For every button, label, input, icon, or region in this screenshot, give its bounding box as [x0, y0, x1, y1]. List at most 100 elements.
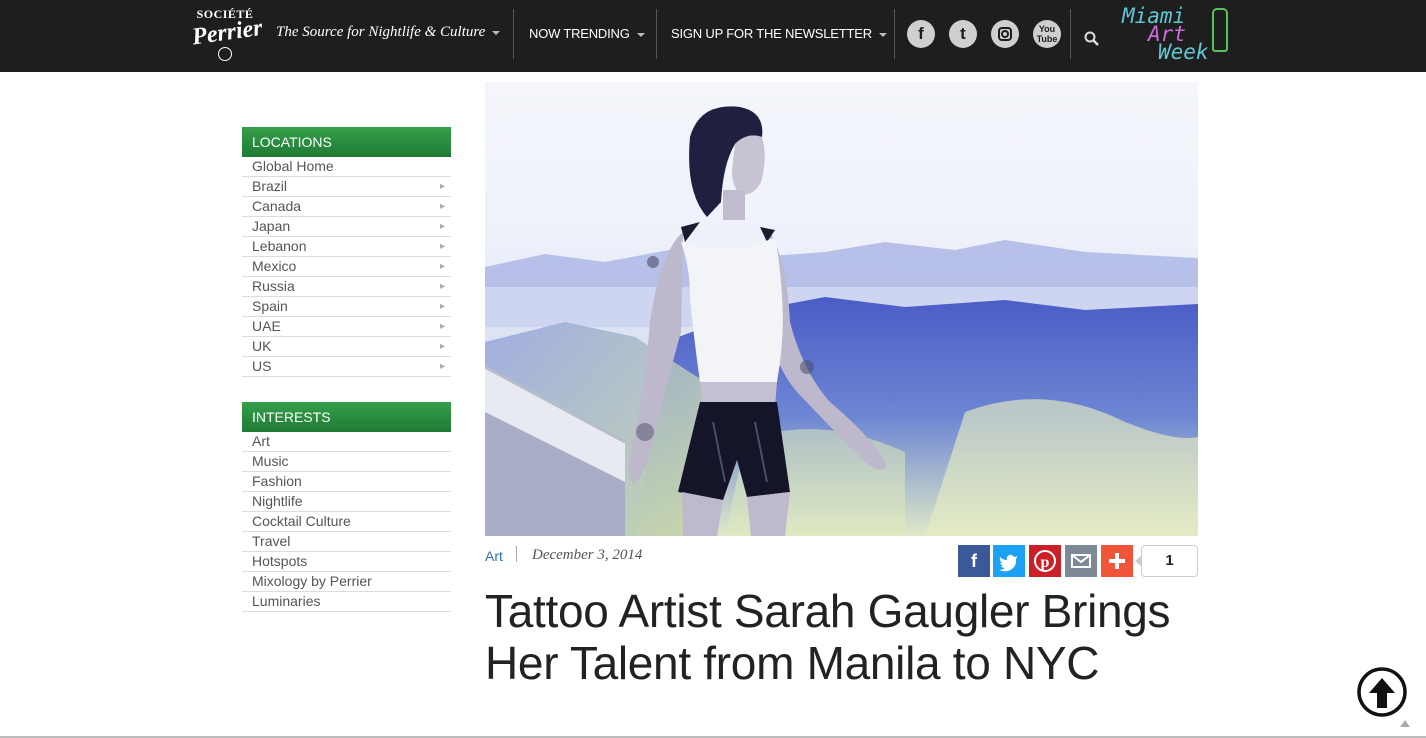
chevron-down-icon — [878, 32, 887, 37]
interest-label: Nightlife — [252, 493, 303, 509]
nav-divider — [894, 9, 895, 59]
location-label: Global Home — [252, 158, 334, 174]
interests-heading: INTERESTS — [242, 402, 451, 432]
instagram-glyph — [998, 27, 1012, 41]
interest-item-nightlife[interactable]: Nightlife — [242, 492, 451, 512]
search-icon[interactable] — [1083, 30, 1101, 48]
interests-list: Art Music Fashion Nightlife Cocktail Cul… — [242, 432, 451, 612]
interest-label: Music — [252, 453, 289, 469]
top-navigation-bar: SOCIÉTÉ Perrier The Source for Nightlife… — [0, 0, 1426, 72]
interest-item-luminaries[interactable]: Luminaries — [242, 592, 451, 612]
promo-line-3: Week — [1158, 40, 1209, 64]
tagline-text: The Source for Nightlife & Culture — [276, 24, 486, 40]
location-label: Mexico — [252, 258, 297, 274]
facebook-share-button[interactable]: f — [958, 545, 990, 577]
instagram-icon[interactable] — [991, 20, 1019, 48]
facebook-icon[interactable]: f — [907, 20, 935, 48]
interest-item-mixology[interactable]: Mixology by Perrier — [242, 572, 451, 592]
logo-line-2: Perrier — [190, 14, 265, 51]
location-label: Canada — [252, 198, 302, 214]
interest-label: Fashion — [252, 473, 302, 489]
locations-list: Global Home Brazil ▸ Canada ▸ Japan ▸ Leban… — [242, 157, 451, 377]
location-label: UAE — [252, 318, 281, 334]
back-to-top-icon[interactable] — [1356, 666, 1408, 718]
location-item-mexico[interactable]: Mexico ▸ — [242, 257, 451, 277]
location-item-uk[interactable]: UK ▸ — [242, 337, 451, 357]
chevron-right-icon: ▸ — [439, 281, 445, 292]
article-title: Tattoo Artist Sarah Gaugler Brings Her T… — [485, 585, 1171, 689]
share-count-badge: 1 — [1135, 545, 1198, 577]
societe-perrier-logo[interactable]: SOCIÉTÉ Perrier — [190, 8, 265, 66]
location-item-uae[interactable]: UAE ▸ — [242, 317, 451, 337]
chevron-right-icon: ▸ — [439, 181, 445, 192]
tagline-dropdown[interactable]: The Source for Nightlife & Culture — [276, 24, 501, 41]
location-label: Spain — [252, 298, 288, 314]
chevron-down-icon — [492, 30, 501, 35]
youtube-icon[interactable]: You Tube — [1033, 20, 1061, 48]
location-label: US — [252, 358, 272, 374]
chevron-right-icon: ▸ — [439, 241, 445, 252]
article-category-link[interactable]: Art — [485, 548, 503, 564]
interest-item-art[interactable]: Art — [242, 432, 451, 452]
chevron-right-icon: ▸ — [439, 221, 445, 232]
email-icon — [1071, 554, 1091, 568]
interest-item-travel[interactable]: Travel — [242, 532, 451, 552]
sidebar: LOCATIONS Global Home Brazil ▸ Canada ▸ Ja… — [242, 127, 451, 612]
meta-divider — [516, 546, 517, 562]
chevron-right-icon: ▸ — [439, 361, 445, 372]
article-date: December 3, 2014 — [532, 547, 643, 563]
interest-item-music[interactable]: Music — [242, 452, 451, 472]
svg-text:p: p — [1041, 554, 1050, 571]
bottle-icon — [1212, 8, 1228, 52]
nav-divider — [513, 9, 514, 59]
chevron-right-icon: ▸ — [439, 201, 445, 212]
scroll-up-arrow-icon[interactable] — [1400, 720, 1410, 727]
article-hero-image — [485, 82, 1198, 536]
location-item-global-home[interactable]: Global Home — [242, 157, 451, 177]
interest-label: Luminaries — [252, 593, 321, 609]
nav-newsletter-signup[interactable]: SIGN UP FOR THE NEWSLETTER — [671, 26, 887, 41]
hero-photo — [485, 106, 1198, 536]
location-item-japan[interactable]: Japan ▸ — [242, 217, 451, 237]
nav-newsletter-label: SIGN UP FOR THE NEWSLETTER — [671, 26, 872, 41]
location-label: Russia — [252, 278, 295, 294]
location-item-canada[interactable]: Canada ▸ — [242, 197, 451, 217]
chevron-right-icon: ▸ — [439, 341, 445, 352]
interest-label: Mixology by Perrier — [252, 573, 372, 589]
interest-label: Travel — [252, 533, 291, 549]
interest-label: Hotspots — [252, 553, 308, 569]
interest-label: Art — [252, 433, 270, 449]
nav-now-trending[interactable]: NOW TRENDING — [529, 26, 645, 41]
interest-item-fashion[interactable]: Fashion — [242, 472, 451, 492]
logo-seal-icon — [218, 47, 232, 61]
location-item-us[interactable]: US ▸ — [242, 357, 451, 377]
nav-divider — [656, 9, 657, 59]
email-share-button[interactable] — [1065, 545, 1097, 577]
nav-now-trending-label: NOW TRENDING — [529, 26, 630, 41]
twitter-bird-icon — [999, 554, 1017, 572]
nav-divider — [1070, 9, 1071, 59]
chevron-right-icon: ▸ — [439, 301, 445, 312]
miami-art-week-promo[interactable]: Miami Art Week — [1118, 4, 1234, 68]
interest-item-hotspots[interactable]: Hotspots — [242, 552, 451, 572]
location-label: Lebanon — [252, 238, 307, 254]
chevron-right-icon: ▸ — [439, 321, 445, 332]
locations-heading: LOCATIONS — [242, 127, 451, 157]
pinterest-icon: p — [1034, 550, 1056, 572]
interest-item-cocktail-culture[interactable]: Cocktail Culture — [242, 512, 451, 532]
interest-label: Cocktail Culture — [252, 513, 351, 529]
twitter-icon[interactable]: t — [949, 20, 977, 48]
twitter-share-button[interactable] — [993, 545, 1025, 577]
chevron-down-icon — [636, 32, 645, 37]
location-item-lebanon[interactable]: Lebanon ▸ — [242, 237, 451, 257]
pinterest-share-button[interactable]: p — [1029, 545, 1061, 577]
more-share-button[interactable] — [1101, 545, 1133, 577]
location-label: Brazil — [252, 178, 288, 194]
location-item-russia[interactable]: Russia ▸ — [242, 277, 451, 297]
location-item-brazil[interactable]: Brazil ▸ — [242, 177, 451, 197]
plus-icon — [1109, 553, 1125, 569]
location-label: UK — [252, 338, 272, 354]
location-label: Japan — [252, 218, 291, 234]
location-item-spain[interactable]: Spain ▸ — [242, 297, 451, 317]
chevron-right-icon: ▸ — [439, 261, 445, 272]
